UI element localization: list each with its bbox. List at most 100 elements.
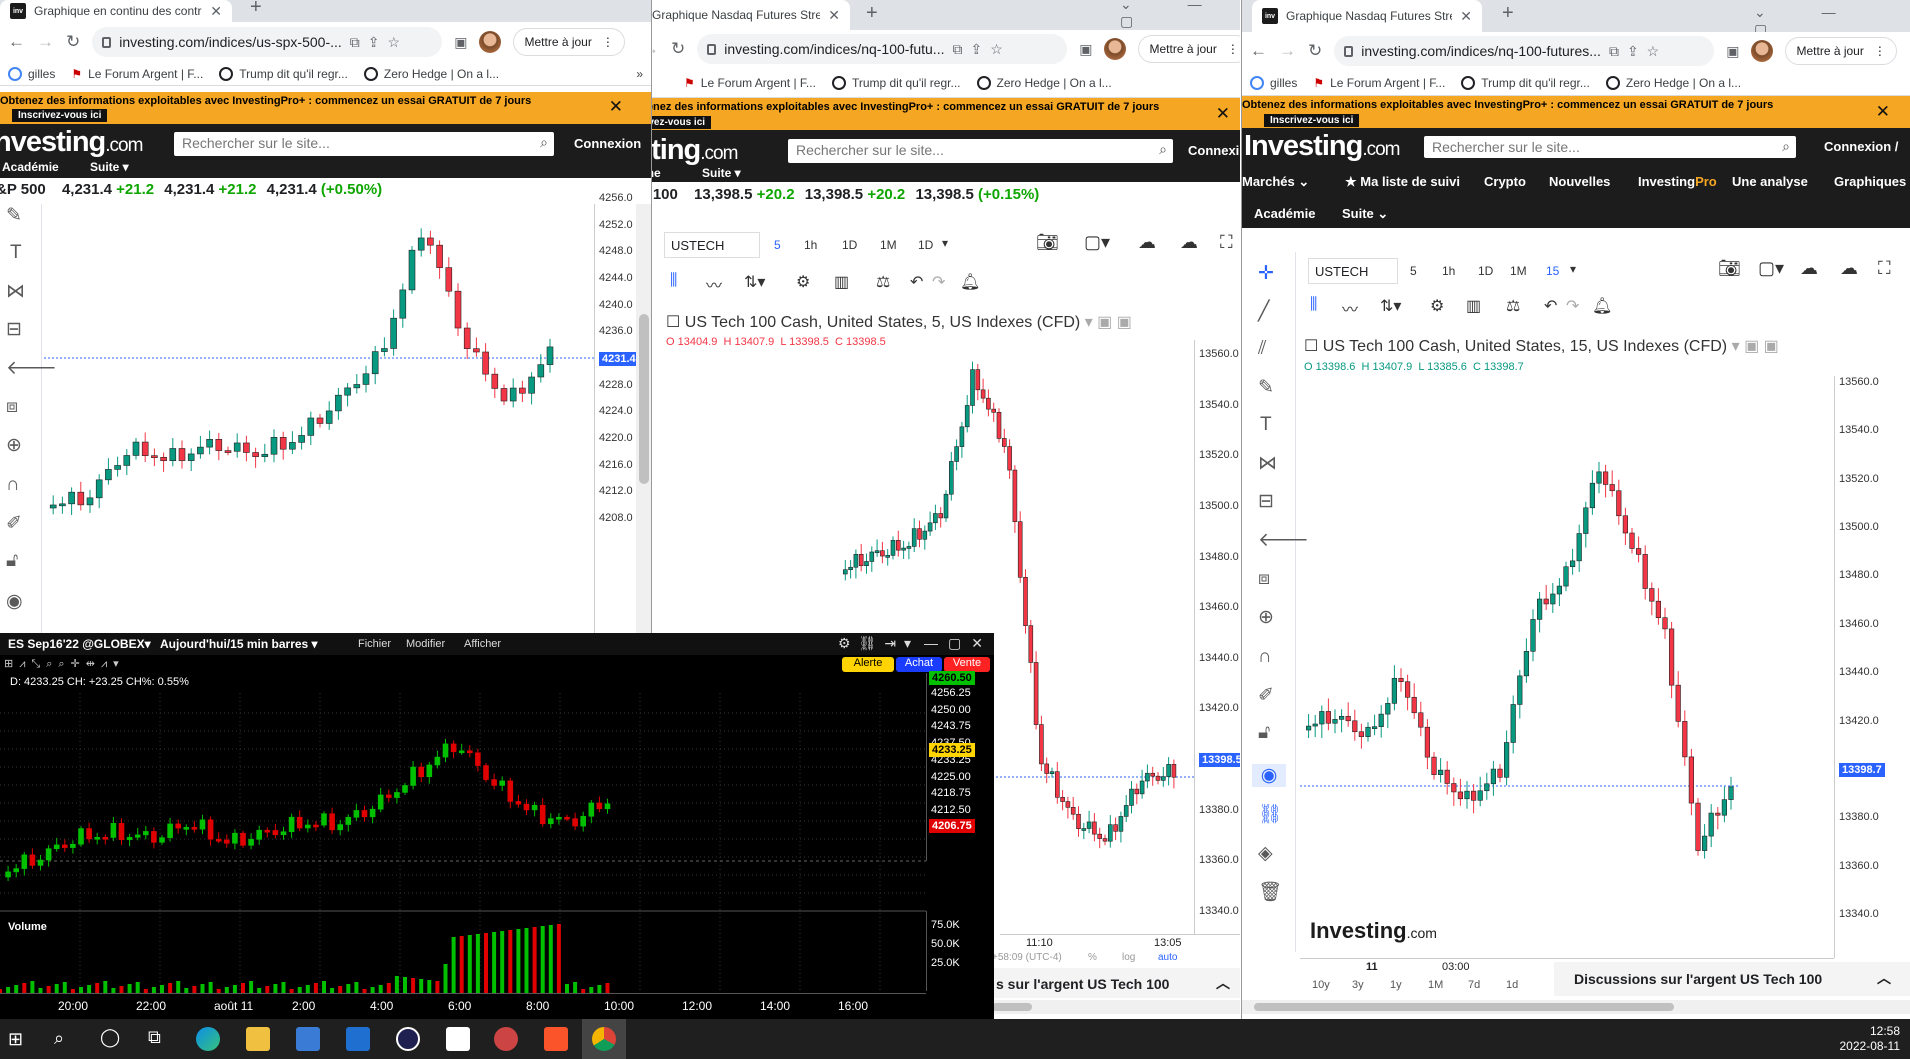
auto-toggle[interactable]: auto — [1158, 952, 1177, 963]
indicator-line-icon[interactable]: 〰 — [706, 272, 722, 296]
translate-icon[interactable]: ⧉ — [1609, 43, 1619, 60]
pattern-icon[interactable]: ⋈ — [1258, 452, 1277, 475]
promo-signup-button[interactable]: Inscrivez-vous ici — [1264, 114, 1360, 127]
bookmark-forum[interactable]: ⚑ Le Forum Argent | F... — [1313, 76, 1445, 90]
investing-logo[interactable]: nvesting.com — [0, 126, 143, 159]
es-symbol[interactable]: ES Sep16'22 @GLOBEX▾ — [8, 637, 151, 651]
bookmark-forum[interactable]: ⚑ Le Forum Argent | F... — [71, 67, 203, 81]
lock-icon[interactable]: 🔓︎ — [6, 550, 18, 572]
interval-5[interactable]: 5 — [774, 238, 781, 252]
menu-dots-icon[interactable]: ⋮ — [1874, 44, 1886, 58]
chart-es-15m[interactable] — [0, 673, 926, 1019]
cortana-icon[interactable]: ◯ — [100, 1027, 120, 1048]
connexion-link[interactable]: Connexion / — [1824, 139, 1898, 154]
camera-icon[interactable]: 📷︎ — [1036, 232, 1059, 253]
zoom-icon[interactable]: ⊕ — [6, 434, 22, 457]
range-10y[interactable]: 10y — [1312, 979, 1330, 991]
reload-icon[interactable]: ↻ — [671, 39, 685, 59]
nav-investingpro[interactable]: InvestingPro — [1638, 174, 1717, 189]
trading-app-icon[interactable] — [446, 1027, 470, 1051]
nav-news[interactable]: Nouvelles — [1549, 174, 1610, 189]
nav-charts[interactable]: Graphiques — [1834, 174, 1906, 189]
url-field[interactable]: investing.com/indices/us-spx-500-... ⧉ ⇪… — [92, 27, 443, 57]
chevron-up-icon[interactable]: ︿ — [1216, 973, 1230, 993]
pattern-icon[interactable]: ⋈ — [6, 280, 25, 303]
price-axis[interactable]: 13560.0 13540.0 13520.0 13500.0 13480.0 13460… — [1834, 376, 1910, 958]
compare-icon[interactable]: ⇅▾ — [744, 272, 765, 292]
new-tab-icon[interactable]: + — [866, 2, 878, 25]
range-1d[interactable]: 1d — [1506, 979, 1518, 991]
fib-icon[interactable]: ⫽ — [1258, 338, 1266, 360]
site-search-input[interactable]: Rechercher sur le site... ⌕ — [1424, 136, 1796, 158]
range-1y[interactable]: 1y — [1390, 979, 1402, 991]
media-icon[interactable] — [396, 1027, 420, 1051]
horizontal-scrollbar[interactable] — [1242, 1000, 1910, 1014]
interval-1d[interactable]: 1D — [1478, 264, 1493, 278]
es-timeframe[interactable]: Aujourd'hui/15 min barres ▾ — [160, 637, 318, 651]
bookmarks-overflow-icon[interactable]: » — [636, 67, 643, 81]
pencil-lock-icon[interactable]: ✐ — [1258, 684, 1274, 707]
promo-signup-button[interactable]: Inscrivez-vous ici — [12, 109, 108, 122]
search-icon[interactable]: ⌕ — [540, 134, 548, 151]
brush-icon[interactable]: ✎ — [1258, 376, 1274, 399]
translate-icon[interactable]: ⧉ — [350, 34, 360, 51]
interval-1d-2[interactable]: 1D — [918, 238, 933, 252]
connexion-link[interactable]: Connexi — [1188, 143, 1239, 158]
scale-icon[interactable]: ⚖ — [876, 272, 890, 292]
redo-icon[interactable]: ↷ — [1566, 296, 1579, 316]
back-icon[interactable]: ← — [8, 32, 25, 52]
candles-icon[interactable]: ⫼ — [670, 272, 677, 290]
bookmark-star-icon[interactable]: ☆ — [388, 34, 401, 51]
bookmark-gilles[interactable]: gilles — [8, 66, 55, 81]
edge-icon[interactable] — [196, 1027, 220, 1051]
chevron-up-icon[interactable]: ︿ — [1877, 968, 1891, 988]
crosshair-icon[interactable]: ✛ — [1258, 262, 1274, 285]
compare-icon[interactable]: ⇅▾ — [1380, 296, 1401, 316]
task-view-icon[interactable]: ⧉ — [148, 1027, 161, 1048]
game-icon[interactable] — [494, 1027, 518, 1051]
eye-icon[interactable]: ◉ — [6, 590, 23, 613]
system-clock[interactable]: 12:58 2022-08-11 — [1840, 1024, 1901, 1054]
profile-avatar[interactable] — [1751, 40, 1774, 62]
bookmark-trump[interactable]: Trump dit qu'il regr... — [1461, 75, 1590, 90]
sidepanel-icon[interactable]: ▣ — [1726, 43, 1739, 60]
bookmark-forum[interactable]: ⚑ Le Forum Argent | F... — [684, 76, 816, 90]
indicators-icon[interactable]: ▥ — [834, 272, 849, 292]
interval-1d[interactable]: 1D — [842, 238, 857, 252]
menu-afficher[interactable]: Afficher — [464, 638, 501, 650]
nav-academie[interactable]: Académie — [1254, 206, 1315, 221]
prediction-icon[interactable]: ⧈ — [1258, 568, 1270, 590]
update-button[interactable]: Mettre à jour ⋮ — [1785, 37, 1897, 65]
site-search-input[interactable]: Rechercher sur le site... ⌕ — [788, 139, 1173, 163]
menu-dots-icon[interactable]: ⋮ — [1227, 42, 1239, 56]
nav-suite[interactable]: Suite ⌄ — [1342, 206, 1388, 222]
lock-icon[interactable]: 🔓︎ — [1258, 722, 1270, 744]
close-promo-icon[interactable]: ✕ — [1216, 104, 1230, 124]
redo-icon[interactable]: ↷ — [932, 272, 945, 292]
range-1m[interactable]: 1M — [1428, 979, 1443, 991]
interval-dropdown-icon[interactable]: ▾ — [942, 236, 948, 250]
camera-icon[interactable]: 📷︎ — [1718, 258, 1741, 279]
discussion-bar[interactable]: Discussions sur l'argent US Tech 100 ︿ — [1554, 962, 1910, 996]
link-icon[interactable]: ⛓ — [1258, 802, 1282, 826]
reload-icon[interactable]: ↻ — [1308, 41, 1322, 61]
measure-icon[interactable]: ⊟ — [6, 318, 22, 341]
layers-icon[interactable]: ◈ — [1258, 842, 1273, 865]
undo-icon[interactable]: ↶ — [910, 272, 923, 292]
bookmark-star-icon[interactable]: ☆ — [1647, 43, 1660, 60]
magnet-icon[interactable]: ∩ — [6, 474, 20, 496]
text-icon[interactable]: T — [1260, 414, 1272, 436]
price-axis[interactable]: 13560.0 13540.0 13520.0 13500.0 13480.0 13460… — [1194, 340, 1240, 935]
nav-suite[interactable]: Suite ▾ — [702, 166, 741, 180]
discussion-bar[interactable]: s sur l'argent US Tech 100 ︿ — [992, 968, 1240, 998]
close-tab-icon[interactable]: ✕ — [1460, 8, 1472, 25]
indicator-line-icon[interactable]: 〰 — [1342, 296, 1358, 320]
chart-nasdaq-15m[interactable] — [1300, 376, 1740, 958]
search-icon[interactable]: ⌕ — [1782, 138, 1790, 155]
forward-icon[interactable]: → — [1279, 41, 1296, 61]
cloud-load-icon[interactable]: ☁ — [1138, 232, 1156, 253]
sidepanel-icon[interactable]: ▣ — [454, 34, 467, 51]
indicators-icon[interactable]: ▥ — [1466, 296, 1481, 316]
es-alert-button[interactable]: Alerte — [842, 657, 894, 672]
fullscreen-icon[interactable]: ⛶ — [1878, 258, 1891, 279]
